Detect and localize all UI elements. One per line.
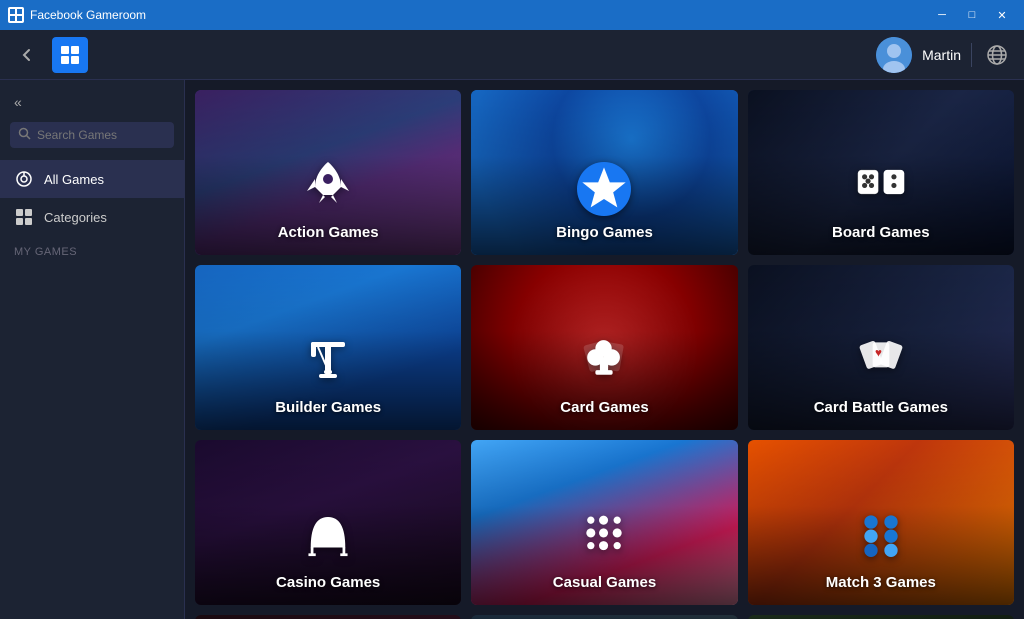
main-layout: « All Games <box>0 80 1024 619</box>
game-tile-bottom3[interactable]: ✖✖ <box>748 615 1014 619</box>
bingo-content: Bingo Games <box>471 162 737 255</box>
action-content: Action Games <box>195 157 461 255</box>
bottom1-overlay <box>195 615 461 619</box>
appbar-divider <box>971 43 972 67</box>
game-tile-match3[interactable]: Match 3 Games <box>748 440 1014 605</box>
action-label: Action Games <box>278 224 379 241</box>
casual-icon <box>579 507 629 566</box>
sidebar-item-all-games[interactable]: All Games <box>0 160 184 198</box>
appbar: Martin <box>0 30 1024 80</box>
app-icon <box>8 7 24 23</box>
minimize-button[interactable]: ─ <box>928 5 956 25</box>
card-content: Card Games <box>471 332 737 430</box>
search-icon <box>18 127 31 143</box>
all-games-label: All Games <box>44 172 104 187</box>
game-tile-casual[interactable]: Casual Games <box>471 440 737 605</box>
board-icon <box>856 157 906 216</box>
titlebar: Facebook Gameroom ─ □ ✕ <box>0 0 1024 30</box>
board-label: Board Games <box>832 224 930 241</box>
bottom2-overlay <box>471 615 737 619</box>
back-button[interactable] <box>12 40 42 70</box>
match3-icon <box>856 507 906 566</box>
username: Martin <box>922 47 961 63</box>
casual-content: Casual Games <box>471 507 737 605</box>
game-tile-builder[interactable]: Builder Games <box>195 265 461 430</box>
cardbattle-label: Card Battle Games <box>814 399 948 416</box>
game-tile-casino[interactable]: Casino Games <box>195 440 461 605</box>
search-bar[interactable] <box>10 122 174 148</box>
categories-icon <box>14 207 34 227</box>
casino-label: Casino Games <box>276 574 380 591</box>
card-label: Card Games <box>560 399 648 416</box>
game-tile-action[interactable]: Action Games <box>195 90 461 255</box>
board-content: Board Games <box>748 157 1014 255</box>
app-logo <box>52 37 88 73</box>
builder-content: Builder Games <box>195 332 461 430</box>
builder-label: Builder Games <box>275 399 381 416</box>
language-button[interactable] <box>982 40 1012 70</box>
appbar-left <box>12 37 88 73</box>
casino-icon <box>303 507 353 566</box>
game-tile-bingo[interactable]: Bingo Games <box>471 90 737 255</box>
bottom3-overlay <box>748 615 1014 619</box>
match3-label: Match 3 Games <box>826 574 936 591</box>
casual-label: Casual Games <box>553 574 656 591</box>
sidebar: « All Games <box>0 80 185 619</box>
collapse-icon: « <box>14 94 22 110</box>
titlebar-left: Facebook Gameroom <box>8 7 146 23</box>
search-input[interactable] <box>37 128 166 142</box>
games-grid: Action Games Bingo Games <box>185 80 1024 619</box>
game-tile-cardbattle[interactable]: ♥ Card Battle Games <box>748 265 1014 430</box>
sidebar-item-categories[interactable]: Categories <box>0 198 184 236</box>
all-games-icon <box>14 169 34 189</box>
close-button[interactable]: ✕ <box>988 5 1016 25</box>
sidebar-collapse-button[interactable]: « <box>0 88 184 116</box>
sidebar-nav: All Games Categories <box>0 160 184 236</box>
bingo-icon <box>577 162 631 216</box>
casino-content: Casino Games <box>195 507 461 605</box>
maximize-button[interactable]: □ <box>958 5 986 25</box>
game-tile-card[interactable]: Card Games <box>471 265 737 430</box>
builder-icon <box>303 332 353 391</box>
bingo-label: Bingo Games <box>556 224 653 241</box>
cardbattle-icon: ♥ <box>856 332 906 391</box>
svg-text:♥: ♥ <box>875 347 882 360</box>
cardbattle-content: ♥ Card Battle Games <box>748 332 1014 430</box>
avatar <box>876 37 912 73</box>
game-tile-board[interactable]: Board Games <box>748 90 1014 255</box>
game-tile-bottom2[interactable] <box>471 615 737 619</box>
appbar-right: Martin <box>876 37 1012 73</box>
game-tile-bottom1[interactable] <box>195 615 461 619</box>
card-icon <box>579 332 629 391</box>
titlebar-title: Facebook Gameroom <box>30 8 146 22</box>
titlebar-controls: ─ □ ✕ <box>928 5 1016 25</box>
my-games-label: MY GAMES <box>0 236 184 262</box>
categories-label: Categories <box>44 210 107 225</box>
match3-content: Match 3 Games <box>748 507 1014 605</box>
action-icon <box>303 157 353 216</box>
